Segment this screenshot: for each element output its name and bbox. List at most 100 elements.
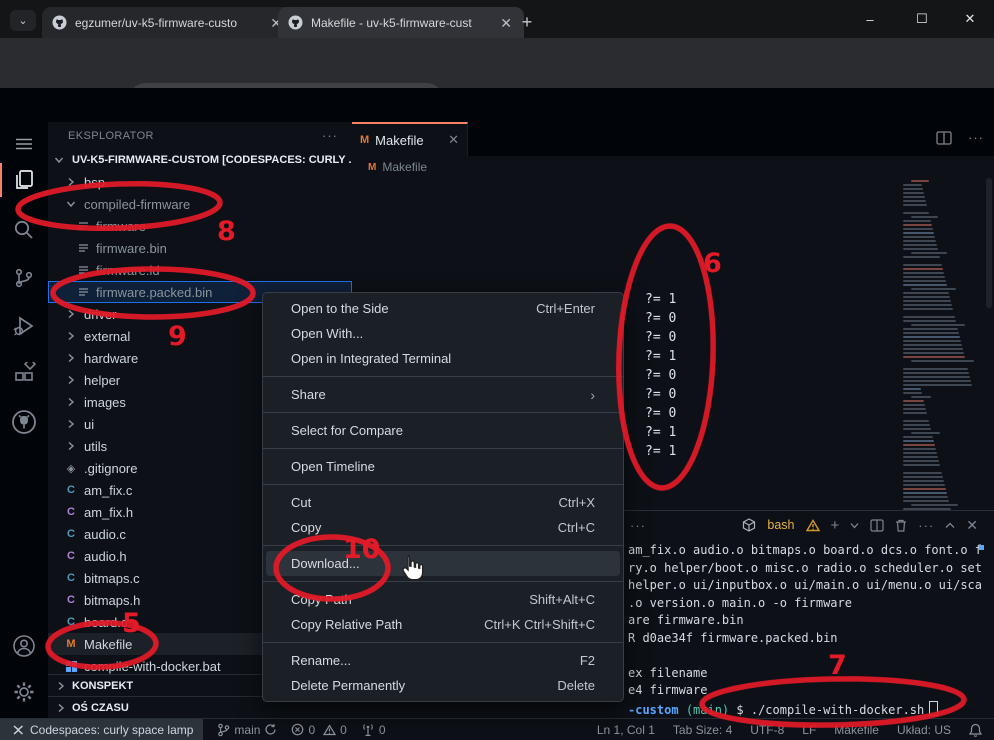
editor-scrollbar[interactable]	[986, 178, 992, 308]
sidebar-item-search[interactable]	[0, 210, 48, 250]
terminal-shell-label[interactable]: bash	[767, 518, 794, 532]
minimap[interactable]	[903, 180, 979, 540]
split-terminal-icon[interactable]	[870, 519, 884, 532]
menu-item-copy[interactable]: CopyCtrl+C	[266, 515, 620, 540]
menu-item-copy-path[interactable]: Copy PathShift+Alt+C	[266, 587, 620, 612]
tree-item-firmware-bin[interactable]: firmware.bin	[48, 237, 352, 259]
tree-item-compiled-firmware[interactable]: compiled-firmware	[48, 193, 352, 215]
kill-terminal-trash-icon[interactable]	[895, 519, 907, 532]
editor-more-icon[interactable]: ···	[968, 130, 984, 145]
branch-label: main	[234, 723, 260, 737]
menu-separator	[263, 581, 623, 582]
status-item-ln-1-col-1[interactable]: Ln 1, Col 1	[597, 723, 655, 737]
menu-separator	[263, 376, 623, 377]
tab-makefile[interactable]: M Makefile ✕	[352, 122, 468, 156]
status-item-makefile[interactable]: Makefile	[834, 723, 879, 737]
minimap-line	[903, 300, 951, 302]
minimap-line	[903, 276, 945, 278]
code-line-10	[352, 197, 994, 216]
menu-item-select-for-compare[interactable]: Select for Compare	[266, 418, 620, 443]
tree-item-firmware-ld[interactable]: firmware.ld	[48, 259, 352, 281]
menu-item-label: Cut	[291, 495, 559, 510]
code-value: ?= 1	[645, 444, 676, 459]
tree-item-label: bitmaps.c	[84, 571, 140, 586]
code-line-14	[352, 273, 994, 292]
sidebar-item-extensions[interactable]	[0, 354, 48, 394]
browser-tab-2[interactable]: Makefile - uv-k5-firmware-cust ✕	[278, 7, 524, 38]
window-minimize-button[interactable]: –	[850, 6, 890, 32]
tree-item-label: board.c	[84, 615, 127, 630]
minimap-line	[903, 244, 937, 246]
account-icon[interactable]	[0, 626, 48, 666]
sync-icon[interactable]	[264, 723, 277, 736]
terminal-line: am_fix.o audio.o bitmaps.o board.o dcs.o…	[628, 543, 994, 561]
problems-indicator[interactable]: 0 0	[291, 723, 346, 737]
status-item-układ-us[interactable]: Układ: US	[897, 723, 951, 737]
menu-item-rename[interactable]: Rename...F2	[266, 648, 620, 673]
tree-item-uv-k5-firmware-custom-codespaces-curly[interactable]: UV-K5-FIRMWARE-CUSTOM [CODESPACES: CURLY…	[48, 149, 352, 171]
menu-item-shortcut: Ctrl+C	[558, 520, 595, 535]
close-panel-icon[interactable]: ✕	[966, 517, 978, 534]
sidebar-item-source-control[interactable]	[0, 258, 48, 298]
minimap-line	[903, 388, 921, 390]
menu-item-download[interactable]: Download...	[266, 551, 620, 576]
minimap-line	[903, 236, 935, 238]
tab-search-button[interactable]: ⌄	[10, 10, 36, 31]
bell-icon[interactable]	[969, 723, 982, 737]
remote-label: Codespaces: curly space lamp	[30, 723, 193, 737]
tree-item-firmware[interactable]: firmware	[48, 215, 352, 237]
code-line-11	[352, 216, 994, 235]
menu-item-open-to-the-side[interactable]: Open to the SideCtrl+Enter	[266, 296, 620, 321]
terminal-line	[628, 648, 994, 666]
menu-item-open-in-integrated-terminal[interactable]: Open in Integrated Terminal	[266, 346, 620, 371]
menu-item-share[interactable]: Share›	[266, 382, 620, 407]
menu-icon[interactable]	[0, 124, 48, 164]
minimap-line	[903, 320, 956, 322]
breadcrumb-item[interactable]: Makefile	[382, 160, 427, 174]
menu-item-open-timeline[interactable]: Open Timeline	[266, 454, 620, 479]
code-value: ?= 1	[645, 292, 676, 307]
tab-close-icon[interactable]: ✕	[498, 16, 514, 30]
tree-item-label: bitmaps.h	[84, 593, 140, 608]
menu-item-cut[interactable]: CutCtrl+X	[266, 490, 620, 515]
minimap-line	[903, 188, 923, 190]
minimap-line	[903, 308, 953, 310]
minimap-line	[903, 268, 943, 270]
chevron-right-icon	[56, 681, 66, 691]
new-tab-button[interactable]: +	[514, 9, 540, 35]
terminal-more-icon[interactable]: ···	[918, 518, 934, 533]
new-terminal-icon[interactable]: +	[831, 517, 840, 534]
ports-indicator[interactable]: 0	[361, 723, 386, 737]
panel-more-icon[interactable]: ···	[630, 518, 646, 533]
settings-gear-icon[interactable]	[0, 672, 48, 712]
minimap-line	[903, 472, 942, 474]
tab-close-icon[interactable]: ✕	[448, 132, 459, 148]
menu-item-copy-relative-path[interactable]: Copy Relative PathCtrl+K Ctrl+Shift+C	[266, 612, 620, 637]
menu-item-delete-permanently[interactable]: Delete PermanentlyDelete	[266, 673, 620, 698]
terminal-dropdown-icon[interactable]	[850, 522, 859, 529]
sidebar-item-github[interactable]	[0, 402, 48, 442]
tree-item-label: UV-K5-FIRMWARE-CUSTOM [CODESPACES: CURLY…	[72, 154, 352, 166]
status-item-utf-8[interactable]: UTF-8	[750, 723, 784, 737]
minimap-line	[903, 220, 931, 222]
split-editor-icon[interactable]	[936, 131, 952, 145]
menu-item-open-with[interactable]: Open With...	[266, 321, 620, 346]
status-item-tab-size-4[interactable]: Tab Size: 4	[673, 723, 732, 737]
window-close-button[interactable]: ✕	[950, 6, 990, 32]
branch-indicator[interactable]: main	[217, 723, 277, 737]
remote-indicator[interactable]: Codespaces: curly space lamp	[0, 719, 203, 740]
sidebar-item-run-debug[interactable]	[0, 306, 48, 346]
terminal-output[interactable]: am_fix.o audio.o bitmaps.o board.o dcs.o…	[628, 543, 994, 718]
tree-item-label: images	[84, 395, 126, 410]
sidebar-item-explorer[interactable]	[0, 160, 48, 200]
terminal-prompt: -custom (main) $ ./compile-with-docker.s…	[628, 701, 994, 719]
status-item-lf[interactable]: LF	[802, 723, 816, 737]
maximize-panel-icon[interactable]	[945, 522, 955, 529]
explorer-more-icon[interactable]: ···	[322, 128, 338, 143]
chev-right-icon	[64, 353, 78, 363]
breadcrumb[interactable]: M Makefile	[352, 156, 994, 178]
window-maximize-button[interactable]: ☐	[902, 6, 942, 32]
browser-tab-1[interactable]: egzumer/uv-k5-firmware-custo ✕	[42, 7, 294, 38]
tree-item-bsp[interactable]: bsp	[48, 171, 352, 193]
menu-item-label: Select for Compare	[291, 423, 595, 438]
